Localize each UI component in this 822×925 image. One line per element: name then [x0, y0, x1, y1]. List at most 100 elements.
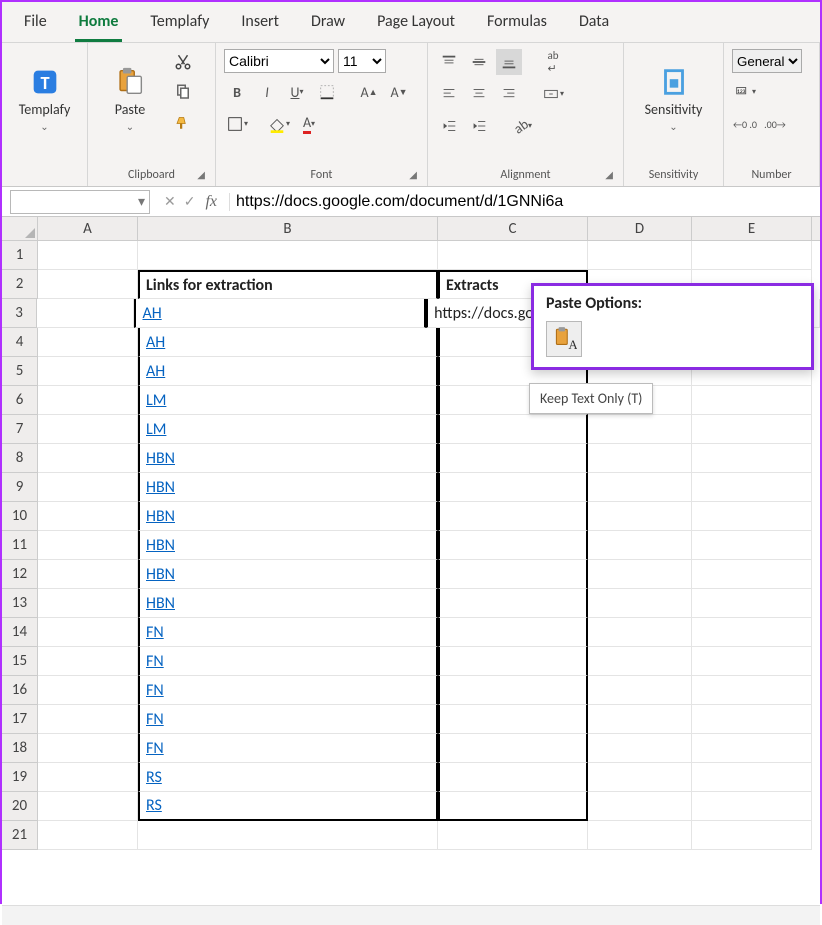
- cell[interactable]: [438, 792, 588, 821]
- cell[interactable]: [692, 473, 812, 502]
- tab-file[interactable]: File: [20, 8, 51, 42]
- templafy-button[interactable]: T Templafy ⌄: [11, 49, 79, 149]
- row-header[interactable]: 2: [2, 270, 38, 299]
- dialog-launcher-icon[interactable]: ◢: [409, 168, 417, 181]
- hyperlink[interactable]: HBN: [146, 565, 175, 584]
- cell[interactable]: [692, 792, 812, 821]
- cell[interactable]: [438, 734, 588, 763]
- cell[interactable]: LM: [138, 386, 438, 415]
- hyperlink[interactable]: FN: [146, 739, 164, 758]
- row-header[interactable]: 5: [2, 357, 38, 386]
- cell[interactable]: [692, 560, 812, 589]
- cell[interactable]: [692, 821, 812, 850]
- cell[interactable]: [38, 792, 138, 821]
- cell[interactable]: [438, 473, 588, 502]
- cell[interactable]: RS: [138, 792, 438, 821]
- hyperlink[interactable]: LM: [146, 420, 166, 439]
- cell[interactable]: [38, 763, 138, 792]
- cell[interactable]: [38, 734, 138, 763]
- cell[interactable]: [438, 589, 588, 618]
- row-header[interactable]: 10: [2, 502, 38, 531]
- decrease-font-button[interactable]: A▼: [386, 79, 412, 105]
- cell[interactable]: [692, 647, 812, 676]
- cell[interactable]: [588, 821, 692, 850]
- cell[interactable]: [38, 705, 138, 734]
- cell[interactable]: [438, 676, 588, 705]
- row-header[interactable]: 14: [2, 618, 38, 647]
- cell[interactable]: [692, 589, 812, 618]
- hyperlink[interactable]: FN: [146, 681, 164, 700]
- orientation-button[interactable]: ab▾: [510, 113, 536, 139]
- wrap-text-button[interactable]: ab↵: [540, 49, 566, 75]
- row-header[interactable]: 4: [2, 328, 38, 357]
- cell[interactable]: [438, 705, 588, 734]
- name-box[interactable]: ▾: [10, 190, 150, 214]
- cell[interactable]: [588, 734, 692, 763]
- dialog-launcher-icon[interactable]: ◢: [605, 168, 613, 181]
- cell[interactable]: [138, 821, 438, 850]
- cancel-formula-button[interactable]: ✕: [164, 193, 176, 210]
- cell[interactable]: [588, 705, 692, 734]
- cell[interactable]: [588, 560, 692, 589]
- tab-templafy[interactable]: Templafy: [146, 8, 213, 42]
- increase-decimal-button[interactable]: ←0 .0: [732, 111, 758, 137]
- cell[interactable]: [588, 676, 692, 705]
- tab-insert[interactable]: Insert: [237, 8, 283, 42]
- cell[interactable]: [692, 502, 812, 531]
- bold-button[interactable]: B: [224, 79, 250, 105]
- cell[interactable]: [438, 531, 588, 560]
- cell[interactable]: [38, 647, 138, 676]
- row-header[interactable]: 11: [2, 531, 38, 560]
- decrease-indent-button[interactable]: [436, 113, 462, 139]
- align-left-button[interactable]: [436, 81, 462, 107]
- dialog-launcher-icon[interactable]: ◢: [197, 168, 205, 181]
- col-header-E[interactable]: E: [692, 217, 812, 240]
- hyperlink[interactable]: HBN: [146, 478, 175, 497]
- row-header[interactable]: 7: [2, 415, 38, 444]
- row-header[interactable]: 15: [2, 647, 38, 676]
- sheet-tab-bar[interactable]: [2, 905, 820, 925]
- cell[interactable]: [438, 618, 588, 647]
- cell[interactable]: [588, 415, 692, 444]
- row-header[interactable]: 6: [2, 386, 38, 415]
- cell[interactable]: [588, 473, 692, 502]
- tab-data[interactable]: Data: [575, 8, 613, 42]
- select-all-corner[interactable]: [2, 217, 38, 240]
- cell[interactable]: [38, 270, 138, 299]
- tab-home[interactable]: Home: [75, 8, 123, 42]
- cell[interactable]: [38, 618, 138, 647]
- number-format-select[interactable]: General: [732, 49, 802, 73]
- align-right-button[interactable]: [496, 81, 522, 107]
- hyperlink[interactable]: FN: [146, 710, 164, 729]
- cell[interactable]: [588, 647, 692, 676]
- cell[interactable]: FN: [138, 618, 438, 647]
- cell[interactable]: [37, 299, 134, 328]
- cell[interactable]: HBN: [138, 444, 438, 473]
- row-header[interactable]: 16: [2, 676, 38, 705]
- cell[interactable]: [38, 357, 138, 386]
- col-header-C[interactable]: C: [438, 217, 588, 240]
- cell[interactable]: [38, 589, 138, 618]
- cell[interactable]: [38, 676, 138, 705]
- cell[interactable]: [438, 560, 588, 589]
- hyperlink[interactable]: RS: [146, 796, 162, 815]
- row-header[interactable]: 21: [2, 821, 38, 850]
- cell[interactable]: [38, 560, 138, 589]
- align-center-button[interactable]: [466, 81, 492, 107]
- bottom-border-button[interactable]: [314, 79, 340, 105]
- cell[interactable]: Links for extraction: [138, 270, 438, 299]
- cell[interactable]: HBN: [138, 531, 438, 560]
- decrease-decimal-button[interactable]: .00→: [762, 111, 788, 137]
- formula-input[interactable]: [230, 193, 820, 211]
- confirm-formula-button[interactable]: ✓: [184, 193, 196, 210]
- keep-text-only-button[interactable]: A: [546, 321, 582, 357]
- cell[interactable]: [438, 821, 588, 850]
- hyperlink[interactable]: HBN: [146, 507, 175, 526]
- cell[interactable]: HBN: [138, 560, 438, 589]
- hyperlink[interactable]: AH: [146, 333, 165, 352]
- cell[interactable]: [438, 444, 588, 473]
- accounting-format-button[interactable]: 123▾: [732, 79, 758, 105]
- cell[interactable]: [692, 444, 812, 473]
- format-painter-button[interactable]: [170, 109, 196, 135]
- cell[interactable]: FN: [138, 734, 438, 763]
